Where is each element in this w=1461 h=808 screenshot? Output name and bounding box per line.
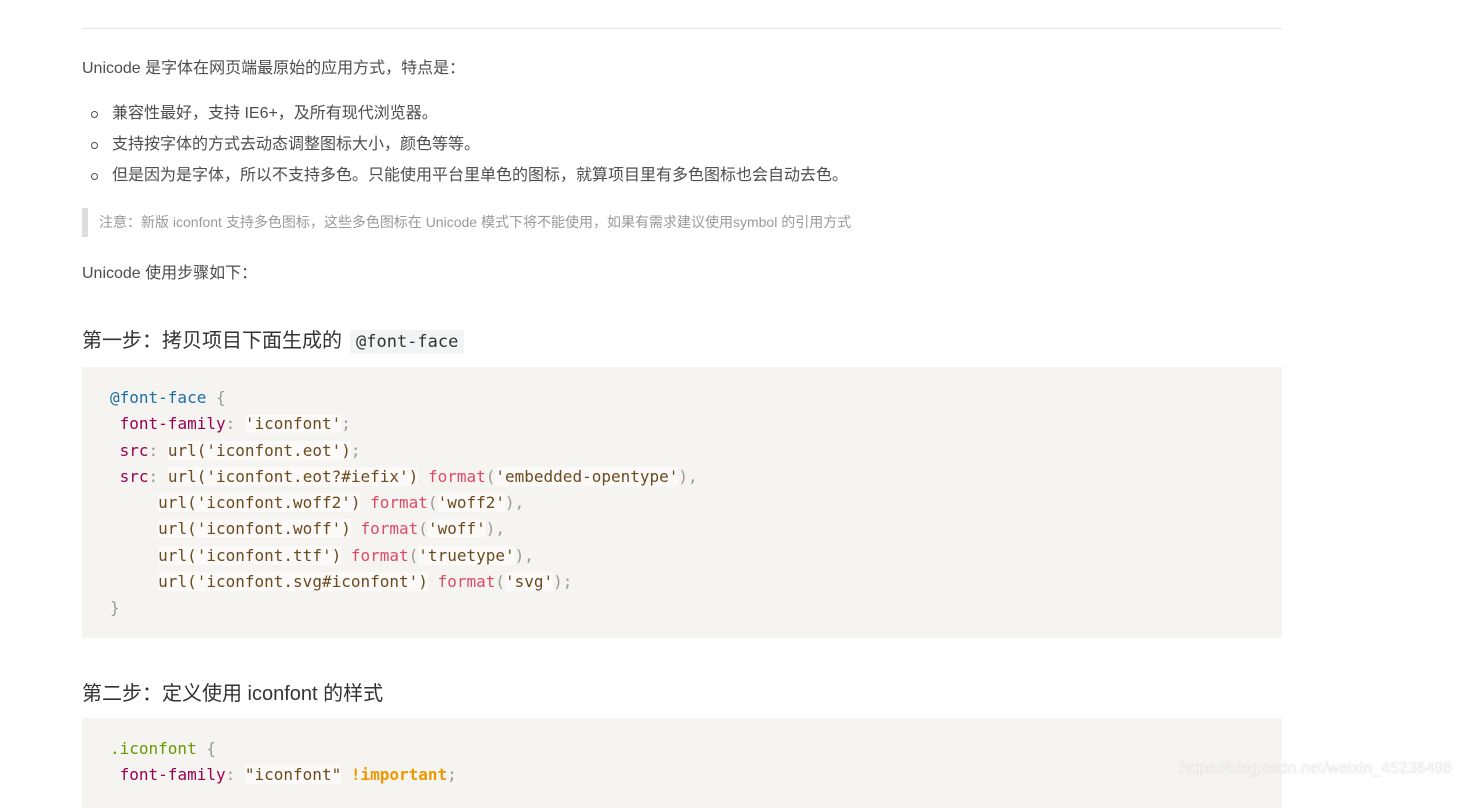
- code-property: font-family: [119, 414, 226, 434]
- code-string: 'iconfont.woff2': [196, 493, 351, 513]
- code-punctuation: {: [196, 739, 216, 758]
- code-function: format: [427, 466, 486, 486]
- inline-code: @font-face: [350, 330, 465, 354]
- code-line: src: url('iconfont.eot');: [119, 440, 361, 460]
- code-string: 'iconfont': [244, 414, 342, 434]
- code-function: format: [370, 493, 428, 513]
- code-line: font-family: 'iconfont';: [119, 414, 351, 434]
- list-item: 但是因为是字体，所以不支持多色。只能使用平台里单色的图标，就算项目里有多色图标也…: [82, 165, 848, 196]
- steps-intro: Unicode 使用步骤如下：: [82, 265, 258, 282]
- code-property: font-family: [119, 765, 226, 785]
- code-line: font-family: "iconfont" !important;: [119, 765, 457, 785]
- code-function: format: [437, 572, 496, 592]
- code-string: 'iconfont.eot?#iefix': [206, 466, 409, 486]
- list-item-text: 支持按字体的方式去动态调整图标大小，颜色等等。: [112, 136, 481, 153]
- step1-title: 第一步：拷贝项目下面生成的: [82, 330, 342, 352]
- code-string: 'iconfont.ttf': [196, 545, 332, 565]
- code-string: "iconfont": [244, 765, 342, 785]
- list-item-text: 兼容性最好，支持 IE6+，及所有现代浏览器。: [112, 105, 438, 122]
- code-function: url: [158, 545, 188, 565]
- watermark-url: https://blog.csdn.net/weixin_45236498: [1180, 760, 1453, 777]
- feature-list: 兼容性最好，支持 IE6+，及所有现代浏览器。 支持按字体的方式去动态调整图标大…: [82, 103, 848, 196]
- code-selector: .iconfont: [110, 739, 197, 758]
- code-function: url: [167, 440, 197, 460]
- code-line: }: [110, 598, 120, 618]
- code-line: url('iconfont.woff') format('woff'),: [158, 519, 505, 539]
- code-function: url: [158, 519, 188, 539]
- code-function: url: [167, 466, 197, 486]
- code-block-iconfont-style: .iconfont { font-family: "iconfont" !imp…: [82, 718, 1282, 808]
- code-line: src: url('iconfont.eot?#iefix') format('…: [119, 466, 698, 486]
- note-blockquote: 注意：新版 iconfont 支持多色图标，这些多色图标在 Unicode 模式…: [82, 208, 1272, 237]
- code-string: 'embedded-opentype': [495, 466, 679, 486]
- step2-heading: 第二步：定义使用 iconfont 的样式: [82, 683, 384, 705]
- bullet-circle-icon: [91, 142, 98, 149]
- code-function: url: [158, 493, 188, 513]
- code-function: format: [350, 545, 409, 565]
- list-item: 兼容性最好，支持 IE6+，及所有现代浏览器。: [82, 103, 848, 134]
- bullet-circle-icon: [91, 173, 98, 180]
- code-block-font-face: @font-face { font-family: 'iconfont'; sr…: [82, 367, 1282, 638]
- intro-paragraph: Unicode 是字体在网页端最原始的应用方式，特点是：: [82, 60, 466, 77]
- code-string: 'iconfont.eot': [206, 440, 342, 460]
- list-item-text: 但是因为是字体，所以不支持多色。只能使用平台里单色的图标，就算项目里有多色图标也…: [112, 167, 849, 184]
- code-string: 'svg': [505, 572, 554, 592]
- code-line: @font-face {: [110, 385, 1282, 411]
- code-line: url('iconfont.ttf') format('truetype'),: [158, 545, 534, 565]
- list-item: 支持按字体的方式去动态调整图标大小，颜色等等。: [82, 134, 848, 165]
- code-function: format: [360, 519, 419, 539]
- code-string: 'iconfont.svg#iconfont': [196, 572, 419, 592]
- step1-heading: 第一步：拷贝项目下面生成的 @font-face: [82, 324, 465, 354]
- code-important: !important: [350, 765, 448, 785]
- code-at-rule: @font-face: [110, 388, 207, 407]
- code-function: url: [158, 572, 188, 592]
- code-line: url('iconfont.svg#iconfont') format('svg…: [158, 572, 573, 592]
- code-string: 'woff': [427, 519, 486, 539]
- code-string: 'woff2': [437, 493, 505, 513]
- code-string: 'truetype': [418, 545, 515, 565]
- code-punctuation: {: [206, 388, 226, 407]
- code-line: url('iconfont.woff2') format('woff2'),: [158, 493, 525, 513]
- code-line: .iconfont {: [110, 736, 1282, 762]
- code-property: src: [119, 440, 149, 460]
- bullet-circle-icon: [91, 111, 98, 118]
- code-property: src: [119, 466, 149, 486]
- code-string: 'iconfont.woff': [196, 519, 342, 539]
- divider: [82, 28, 1282, 29]
